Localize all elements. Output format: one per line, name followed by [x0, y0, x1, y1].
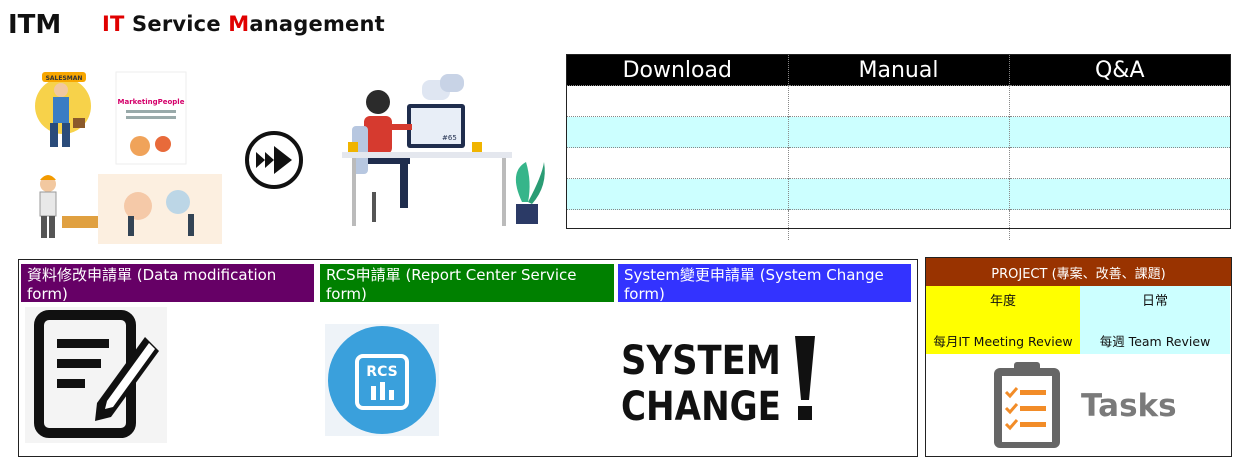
subtitle-service: Service — [124, 12, 229, 36]
daily-section: 日常 每週 Team Review — [1080, 286, 1230, 354]
table-cell[interactable] — [567, 209, 789, 240]
resource-table: Download Manual Q&A — [566, 54, 1231, 240]
weekly-team-review-link[interactable]: 每週 Team Review — [1080, 331, 1230, 350]
data-modification-form-link[interactable]: 資料修改申請單 (Data modification form) — [21, 264, 314, 303]
table-cell[interactable] — [788, 209, 1010, 240]
subtitle-it: IT — [102, 12, 125, 36]
subtitle-m: M — [228, 12, 250, 36]
rcs-logo-icon[interactable]: RCS — [325, 324, 439, 436]
system-change-line2: CHANGE — [621, 384, 781, 426]
yearly-label: 年度 — [989, 294, 1016, 309]
salesman-badge-text: SALESMAN — [46, 75, 83, 82]
system-change-form-link[interactable]: System變更申請單 (System Change form) — [618, 264, 911, 303]
table-cell[interactable] — [1009, 147, 1230, 179]
table-row — [567, 85, 1230, 117]
daily-label: 日常 — [1141, 294, 1168, 309]
column-header-download[interactable]: Download — [567, 55, 789, 86]
rcs-logo-text: RCS — [366, 364, 397, 380]
table-row — [567, 147, 1230, 179]
yearly-section: 年度 每月IT Meeting Review — [926, 286, 1080, 354]
table-cell[interactable] — [788, 178, 1010, 210]
table-row — [567, 116, 1230, 148]
table-cell[interactable] — [567, 147, 789, 179]
monitor-tag-text: #65 — [442, 134, 457, 142]
table-cell[interactable] — [788, 85, 1010, 117]
column-header-manual[interactable]: Manual — [788, 55, 1010, 86]
monthly-it-meeting-review-link[interactable]: 每月IT Meeting Review — [926, 331, 1080, 350]
table-cell[interactable] — [1009, 116, 1230, 148]
column-header-qa[interactable]: Q&A — [1009, 55, 1230, 86]
workers-collage-image: SALESMAN MarketingPeople — [35, 71, 222, 244]
table-cell[interactable] — [567, 178, 789, 210]
system-change-logo-icon[interactable]: SYSTEM CHANGE — [619, 334, 819, 426]
table-cell[interactable] — [567, 85, 789, 117]
page-subtitle: IT Service Management — [102, 12, 385, 36]
desk-worker-image: #65 — [342, 74, 545, 226]
table-cell[interactable] — [567, 116, 789, 148]
project-panel: PROJECT (專案、改善、課題) 年度 每月IT Meeting Revie… — [925, 257, 1232, 457]
table-cell[interactable] — [1009, 178, 1230, 210]
table-cell[interactable] — [788, 116, 1010, 148]
table-row — [567, 209, 1230, 240]
system-change-line1: SYSTEM — [621, 338, 781, 384]
table-cell[interactable] — [788, 147, 1010, 179]
table-cell[interactable] — [1009, 209, 1230, 240]
fast-forward-icon — [245, 131, 303, 189]
rcs-form-link[interactable]: RCS申請單 (Report Center Service form) — [320, 264, 614, 303]
document-edit-icon[interactable] — [25, 307, 167, 443]
tasks-clipboard-icon[interactable] — [990, 360, 1066, 452]
subtitle-rest: anagement — [249, 12, 385, 36]
tasks-label[interactable]: Tasks — [1081, 388, 1177, 424]
table-row — [567, 178, 1230, 210]
project-header: PROJECT (專案、改善、課題) — [926, 258, 1231, 286]
forms-panel: 資料修改申請單 (Data modification form) RCS申請單 … — [18, 259, 918, 457]
page-title: ITM — [8, 10, 62, 40]
table-cell[interactable] — [1009, 85, 1230, 117]
marketing-label-text: MarketingPeople — [118, 98, 185, 106]
